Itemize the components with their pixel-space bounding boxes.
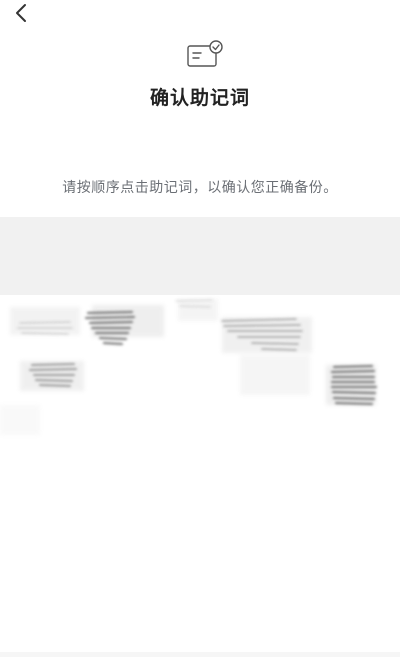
selected-words-area[interactable] <box>0 217 400 295</box>
back-button[interactable] <box>8 0 34 26</box>
word-chip[interactable] <box>86 305 138 349</box>
word-chip[interactable] <box>220 315 306 355</box>
word-chip[interactable] <box>26 359 80 391</box>
word-chip[interactable] <box>0 405 40 435</box>
word-chip[interactable] <box>330 363 378 407</box>
chevron-left-icon <box>16 4 26 22</box>
word-pool <box>0 295 400 445</box>
instruction-text: 请按顺序点击助记词，以确认您正确备份。 <box>62 180 338 196</box>
word-chip[interactable] <box>10 305 82 337</box>
word-chip[interactable] <box>170 297 220 317</box>
page-title: 确认助记词 <box>149 87 250 109</box>
mnemonic-card-check-icon <box>187 40 225 70</box>
bottom-divider <box>0 652 400 657</box>
word-chip[interactable] <box>240 355 310 395</box>
word-pool-scribbles <box>0 297 378 435</box>
